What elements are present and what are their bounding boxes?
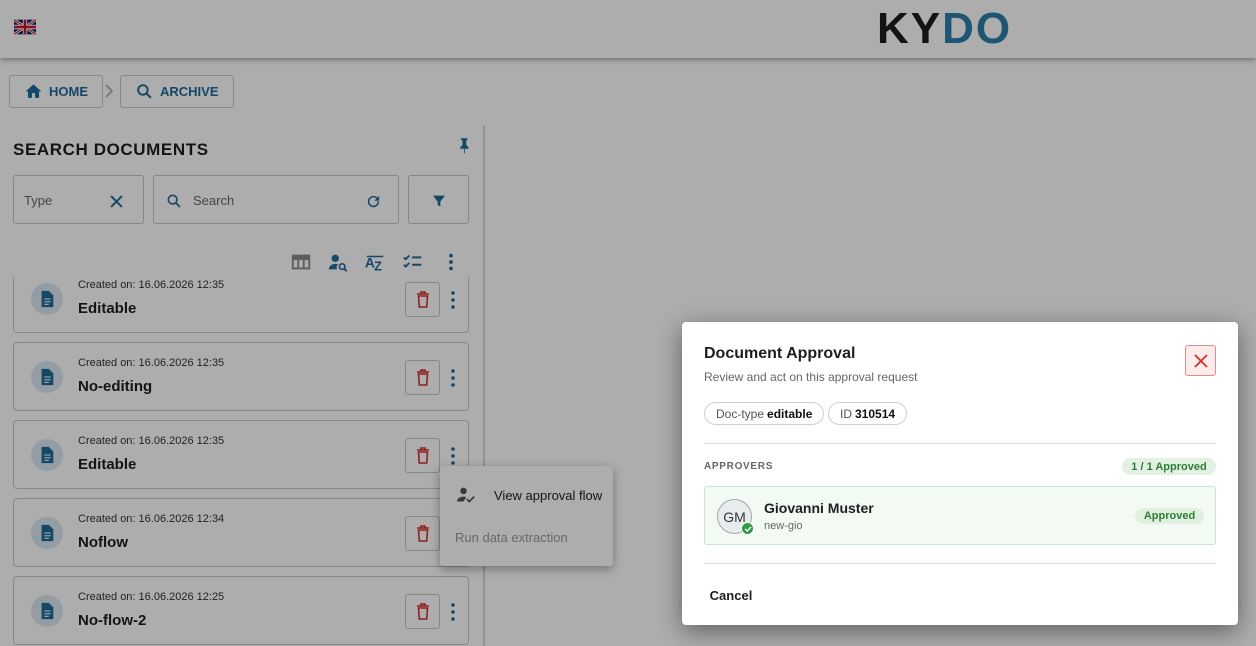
dialog-title: Document Approval — [704, 345, 856, 362]
document-approval-dialog: Document Approval Review and act on this… — [682, 322, 1238, 625]
divider — [704, 563, 1216, 564]
id-value: 310514 — [855, 406, 896, 421]
check-circle-icon — [741, 522, 754, 535]
approvers-heading: APPROVERS — [704, 461, 774, 472]
doctype-value: editable — [767, 406, 813, 421]
id-label: ID — [840, 406, 852, 421]
doctype-chip: Doc-type editable — [704, 402, 825, 425]
close-icon — [1193, 353, 1208, 368]
status-badge: Approved — [1135, 508, 1204, 524]
close-button[interactable] — [1185, 345, 1216, 376]
doctype-label: Doc-type — [716, 406, 765, 421]
dialog-subtitle: Review and act on this approval request — [704, 370, 918, 384]
approver-username: new-gio — [764, 520, 803, 532]
cancel-button[interactable]: Cancel — [706, 580, 768, 610]
id-chip: ID 310514 — [828, 402, 908, 425]
approver-name: Giovanni Muster — [764, 500, 874, 516]
approved-count-badge: 1 / 1 Approved — [1122, 458, 1216, 475]
divider — [704, 443, 1216, 444]
approver-row: GM Giovanni Muster new-gio Approved — [704, 486, 1216, 545]
